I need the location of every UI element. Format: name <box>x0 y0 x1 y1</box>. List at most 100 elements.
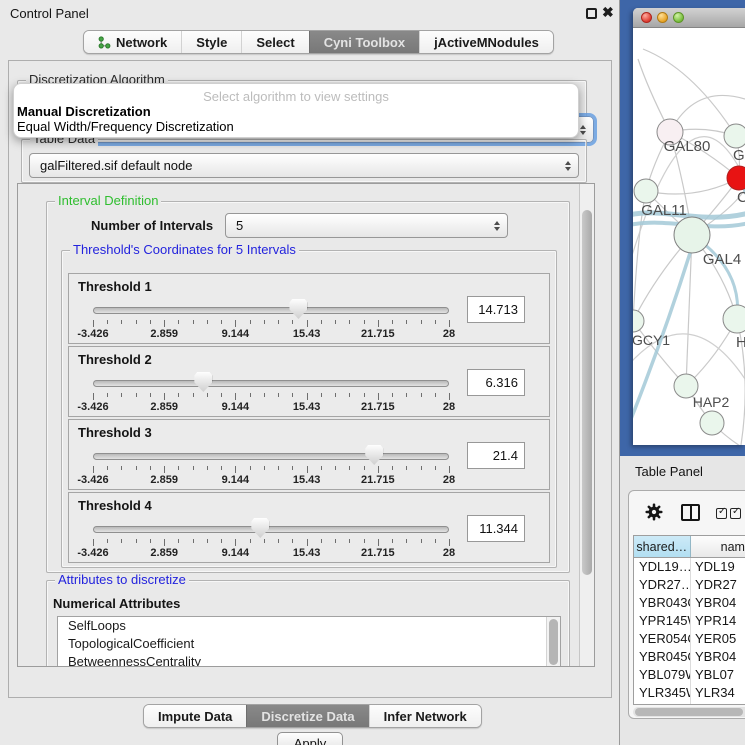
slider-tick <box>307 393 308 400</box>
close-traffic-light-icon[interactable] <box>641 12 652 23</box>
table-data-combobox[interactable]: galFiltered.sif default node <box>29 153 579 178</box>
threshold-value-field[interactable]: 21.4 <box>467 442 525 469</box>
threshold-value-field[interactable]: 11.344 <box>467 515 525 542</box>
cell-name[interactable]: YER05 <box>691 630 745 648</box>
network-window-titlebar[interactable] <box>633 8 745 28</box>
threshold-slider-track[interactable] <box>93 307 449 314</box>
table-row[interactable]: YER054CYER05 <box>634 630 745 648</box>
cell-shared-name[interactable]: YER054C <box>634 630 691 648</box>
slider-tick-label: 21.715 <box>361 328 395 340</box>
threshold-slider-thumb[interactable] <box>365 445 383 465</box>
slider-tick <box>349 320 350 324</box>
threshold-value-field[interactable]: 6.316 <box>467 369 525 396</box>
tab-cyni-toolbox[interactable]: Cyni Toolbox <box>309 31 419 53</box>
table-row[interactable]: YPR145WYPR14 <box>634 612 745 630</box>
network-node[interactable] <box>724 124 745 148</box>
column-header-shared-name[interactable]: shared… <box>634 536 691 557</box>
slider-tick <box>292 320 293 324</box>
close-icon[interactable]: ✖ <box>602 4 614 21</box>
tab-discretize-data[interactable]: Discretize Data <box>246 705 368 727</box>
table-row[interactable]: YDR27…YDR27 <box>634 576 745 594</box>
table-row[interactable]: YBR043CYBR04 <box>634 594 745 612</box>
column-header-name[interactable]: name <box>691 536 745 557</box>
tab-jactivemnodules[interactable]: jActiveMNodules <box>419 31 553 53</box>
slider-tick <box>449 320 450 327</box>
slider-tick <box>93 466 94 473</box>
checkbox-icon[interactable] <box>730 508 741 519</box>
cell-shared-name[interactable]: YBR043C <box>634 594 691 612</box>
table-panel-title: Table Panel <box>635 464 703 479</box>
gear-icon[interactable] <box>645 503 663 526</box>
algorithm-popup-options: Manual DiscretizationEqual Width/Frequen… <box>14 104 578 134</box>
cell-shared-name[interactable]: YDL19… <box>634 558 691 576</box>
threshold-slider-track[interactable] <box>93 526 449 533</box>
cell-shared-name[interactable]: YDR27… <box>634 576 691 594</box>
tab-style[interactable]: Style <box>181 31 241 53</box>
cell-shared-name[interactable]: YIL052C <box>634 702 691 705</box>
split-columns-icon[interactable] <box>681 504 700 521</box>
panel-vertical-scrollbar[interactable] <box>579 184 594 666</box>
threshold-slider-thumb[interactable] <box>289 299 307 319</box>
cell-name[interactable]: YDR27 <box>691 576 745 594</box>
tab-select[interactable]: Select <box>241 31 308 53</box>
table-row[interactable]: YLR345WYLR34 <box>634 684 745 702</box>
cell-shared-name[interactable]: YBL079W <box>634 666 691 684</box>
attribute-item-topologicalcoefficient[interactable]: TopologicalCoefficient <box>58 635 560 653</box>
threshold-slider-thumb[interactable] <box>251 518 269 538</box>
attribute-list-scrollbar[interactable] <box>546 617 560 667</box>
threshold-slider-thumb[interactable] <box>194 372 212 392</box>
tab-impute-data[interactable]: Impute Data <box>144 705 246 727</box>
cell-name[interactable]: YPR14 <box>691 612 745 630</box>
minimize-traffic-light-icon[interactable] <box>657 12 668 23</box>
threshold-label: Threshold 3 <box>78 425 152 440</box>
network-canvas[interactable]: GAL80GCGAL11GAL4GCY1HHAP2 <box>633 29 745 445</box>
tab-network[interactable]: Network <box>84 31 181 53</box>
cell-name[interactable]: YBR04 <box>691 594 745 612</box>
scrollbar-thumb[interactable] <box>549 619 558 665</box>
cell-shared-name[interactable]: YBR045C <box>634 648 691 666</box>
slider-tick <box>250 539 251 543</box>
tab-label: Style <box>196 35 227 50</box>
network-node[interactable] <box>633 310 644 332</box>
threshold-value-field[interactable]: 14.713 <box>467 296 525 323</box>
checkbox-icon[interactable] <box>716 508 727 519</box>
network-edge[interactable] <box>643 49 736 136</box>
attribute-item-selfloops[interactable]: SelfLoops <box>58 617 560 635</box>
cell-name[interactable]: YBR04 <box>691 648 745 666</box>
threshold-slider-track[interactable] <box>93 453 449 460</box>
network-node-label: GCY1 <box>633 332 670 348</box>
network-node[interactable] <box>727 166 745 190</box>
apply-button[interactable]: Apply <box>277 732 343 745</box>
table-row[interactable]: YBL079WYBL07 <box>634 666 745 684</box>
network-edge[interactable] <box>646 178 739 194</box>
cell-name[interactable]: YBL07 <box>691 666 745 684</box>
network-node[interactable] <box>700 411 724 435</box>
network-node[interactable] <box>723 305 745 333</box>
scrollbar-thumb[interactable] <box>582 210 592 575</box>
cell-shared-name[interactable]: YPR145W <box>634 612 691 630</box>
cell-shared-name[interactable]: YLR345W <box>634 684 691 702</box>
slider-tick-label: -3.426 <box>77 474 108 486</box>
threshold-slider-track[interactable] <box>93 380 449 387</box>
network-node[interactable] <box>674 217 710 253</box>
cell-name[interactable]: YIL05 <box>691 702 745 705</box>
tab-infer-network[interactable]: Infer Network <box>369 705 481 727</box>
network-edge[interactable] <box>633 321 686 386</box>
algorithm-option-equal-width-frequency-discretization[interactable]: Equal Width/Frequency Discretization <box>14 119 578 134</box>
cell-name[interactable]: YDL19 <box>691 558 745 576</box>
scrollbar-thumb[interactable] <box>635 708 743 716</box>
network-node[interactable] <box>634 179 658 203</box>
table-horizontal-scrollbar[interactable] <box>633 707 745 717</box>
slider-tick <box>264 320 265 324</box>
table-row[interactable]: YIL052CYIL05 <box>634 702 745 705</box>
float-window-icon[interactable] <box>586 8 597 19</box>
network-graph[interactable]: GAL80GCGAL11GAL4GCY1HHAP2 <box>633 29 745 445</box>
table-row[interactable]: YBR045CYBR04 <box>634 648 745 666</box>
cell-name[interactable]: YLR34 <box>691 684 745 702</box>
number-of-intervals-label: Number of Intervals <box>91 218 213 233</box>
table-row[interactable]: YDL19…YDL19 <box>634 558 745 576</box>
number-of-intervals-combobox[interactable]: 5 <box>225 213 508 238</box>
attribute-item-betweennesscentrality[interactable]: BetweennessCentrality <box>58 653 560 667</box>
algorithm-option-manual-discretization[interactable]: Manual Discretization <box>14 104 578 119</box>
zoom-traffic-light-icon[interactable] <box>673 12 684 23</box>
